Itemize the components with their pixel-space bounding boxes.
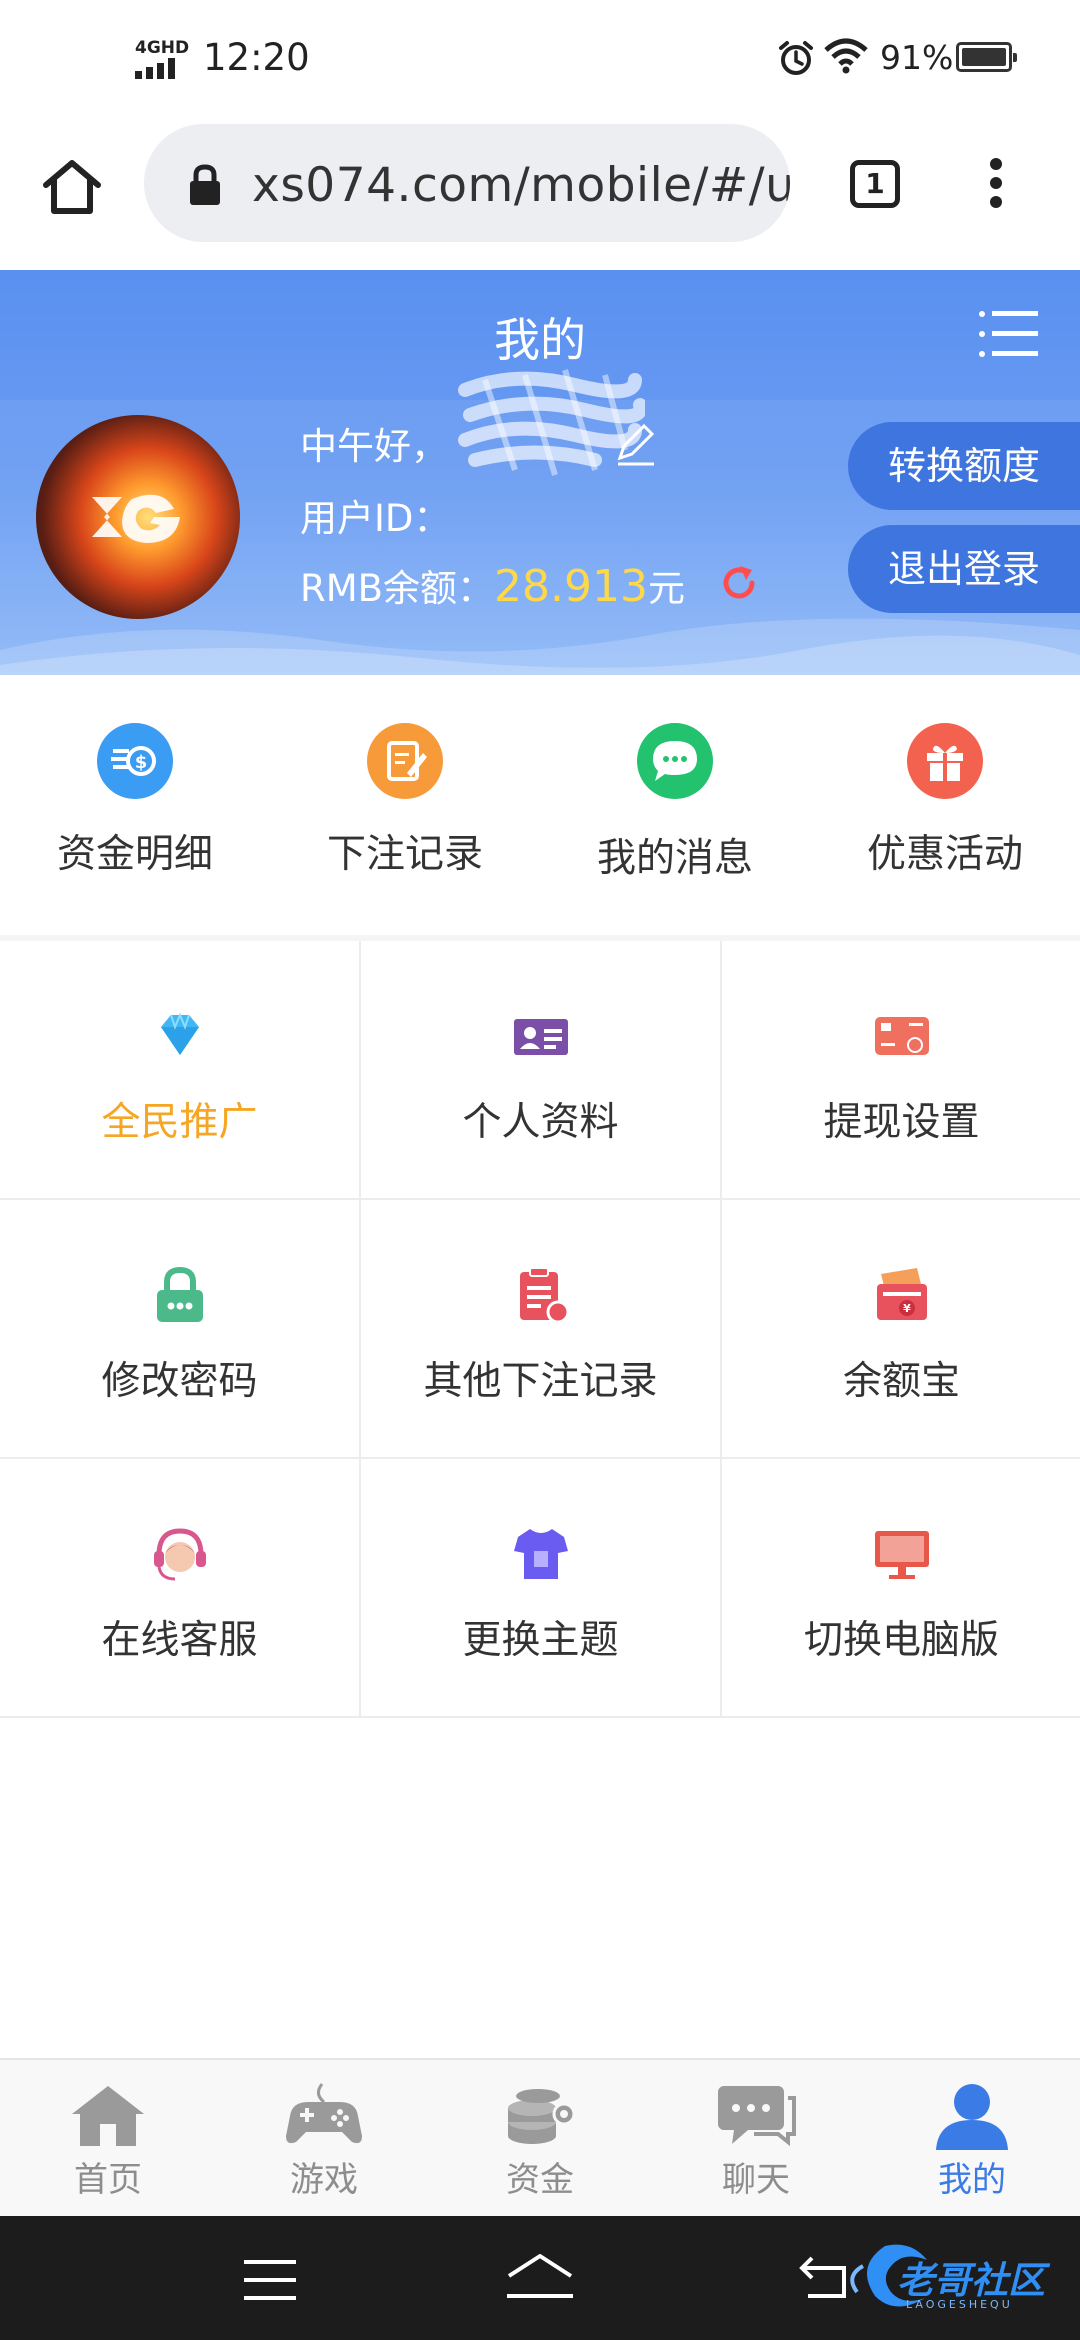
menu-referral[interactable]: 全民推广 [0, 941, 361, 1200]
menu-customer-service[interactable]: 在线客服 [0, 1459, 361, 1718]
watermark-text: 老哥社区 [897, 2259, 1045, 2302]
system-navigation: 老哥社区 LAOGESHEQU [0, 2216, 1080, 2340]
refresh-icon[interactable] [718, 562, 760, 604]
user-icon [936, 2084, 1008, 2150]
browser-menu-icon[interactable] [984, 158, 1008, 218]
nav-label: 游戏 [290, 2160, 358, 2200]
balance-amount: 28.913 [494, 561, 648, 612]
nav-games[interactable]: 游戏 [216, 2060, 432, 2218]
battery-percent: 91% [880, 38, 954, 77]
bank-card-icon [875, 1017, 929, 1055]
quick-label: 我的消息 [596, 836, 753, 881]
transfer-quota-button[interactable]: 转换额度 [848, 422, 1080, 510]
menu-label: 更换主题 [462, 1618, 619, 1663]
greeting-text: 中午好， [300, 425, 448, 468]
wallet-icon: ¥ [877, 1268, 927, 1320]
bottom-navigation: 首页 游戏 资金 聊天 我的 [0, 2058, 1080, 2218]
nav-mine[interactable]: 我的 [864, 2060, 1080, 2218]
profile-header: 我的 中午好， 用户ID： RMB余额：28.913元 转换额度 退出登录 [0, 270, 1080, 675]
tab-switcher-button[interactable]: 1 [850, 160, 900, 208]
avatar[interactable] [36, 415, 240, 619]
lock-icon [157, 1266, 203, 1322]
logout-button[interactable]: 退出登录 [848, 525, 1080, 613]
balance-unit: 元 [647, 567, 685, 610]
clock: 12:20 [203, 36, 310, 79]
tshirt-icon [514, 1529, 568, 1579]
fund-details-icon: $ [97, 723, 173, 799]
menu-balance-treasure[interactable]: ¥ 余额宝 [722, 1200, 1080, 1459]
url-text: xs074.com/mobile/#/us [252, 158, 790, 213]
clipboard-icon [520, 1267, 570, 1324]
nav-label: 首页 [74, 2160, 142, 2200]
wifi-icon [824, 38, 868, 74]
quick-promotions[interactable]: 优惠活动 [810, 675, 1080, 935]
quick-messages[interactable]: 我的消息 [540, 675, 810, 935]
monitor-icon [875, 1531, 929, 1579]
headset-icon [154, 1528, 206, 1581]
watermark-subtext: LAOGESHEQU [906, 2298, 1013, 2311]
menu-label: 余额宝 [842, 1359, 960, 1404]
menu-grid: 全民推广 个人资料 提现设置 修改密码 其他下注记录 ¥ 余额宝 在线客服 更换… [0, 941, 1080, 1718]
menu-desktop-version[interactable]: 切换电脑版 [722, 1459, 1080, 1718]
chat-icon [718, 2086, 796, 2147]
nav-funds[interactable]: 资金 [432, 2060, 648, 2218]
home-icon [72, 2086, 144, 2146]
nav-label: 聊天 [722, 2160, 790, 2200]
menu-label: 全民推广 [101, 1100, 258, 1145]
menu-label: 在线客服 [101, 1618, 258, 1663]
quick-actions: $ 资金明细 下注记录 我的消息 优惠活动 [0, 675, 1080, 936]
alarm-icon [779, 41, 813, 75]
id-card-icon [514, 1019, 568, 1055]
gamepad-icon [286, 2083, 362, 2144]
diamond-icon [161, 1012, 199, 1055]
edit-icon[interactable] [612, 422, 656, 466]
menu-change-password[interactable]: 修改密码 [0, 1200, 361, 1459]
balance-label: RMB余额： [300, 567, 495, 610]
nav-chat[interactable]: 聊天 [648, 2060, 864, 2218]
svg-text:$: $ [135, 752, 148, 773]
quick-fund-details[interactable]: $ 资金明细 [0, 675, 270, 935]
quick-label: 下注记录 [326, 832, 483, 877]
menu-label: 其他下注记录 [423, 1359, 658, 1404]
system-home-icon[interactable] [505, 2252, 575, 2302]
gift-icon [907, 723, 983, 799]
avatar-logo [92, 494, 180, 543]
lock-icon [190, 164, 220, 205]
menu-other-bets[interactable]: 其他下注记录 [361, 1200, 722, 1459]
quick-label: 资金明细 [56, 832, 213, 877]
menu-change-theme[interactable]: 更换主题 [361, 1459, 722, 1718]
network-type: 4GHD [135, 38, 190, 58]
menu-label: 个人资料 [462, 1100, 619, 1145]
nav-home[interactable]: 首页 [0, 2060, 216, 2218]
message-icon [637, 723, 713, 799]
quick-label: 优惠活动 [866, 832, 1023, 877]
balance-row: RMB余额：28.913元 [300, 558, 685, 612]
bet-record-icon [367, 723, 443, 799]
menu-label: 切换电脑版 [803, 1618, 999, 1663]
nav-label: 我的 [938, 2160, 1006, 2200]
coins-icon [508, 2089, 576, 2144]
header-wave [0, 618, 1080, 675]
status-bar: 4GHD 12:20 91% [0, 0, 1080, 120]
user-id-label: 用户ID： [300, 497, 451, 540]
browser-home-icon[interactable] [40, 155, 104, 219]
back-icon[interactable] [798, 2254, 848, 2300]
svg-text:¥: ¥ [903, 1302, 911, 1315]
list-menu-icon[interactable] [978, 310, 1040, 358]
signal-icon [135, 58, 175, 79]
recent-apps-icon[interactable] [244, 2260, 296, 2300]
battery-icon [956, 42, 1017, 72]
nav-label: 资金 [506, 2160, 574, 2200]
browser-toolbar: xs074.com/mobile/#/us 1 [0, 120, 1080, 272]
menu-profile[interactable]: 个人资料 [361, 941, 722, 1200]
address-bar[interactable]: xs074.com/mobile/#/us [144, 124, 790, 242]
menu-label: 修改密码 [101, 1359, 258, 1404]
menu-label: 提现设置 [823, 1100, 980, 1145]
menu-withdraw-settings[interactable]: 提现设置 [722, 941, 1080, 1200]
quick-bet-record[interactable]: 下注记录 [270, 675, 540, 935]
